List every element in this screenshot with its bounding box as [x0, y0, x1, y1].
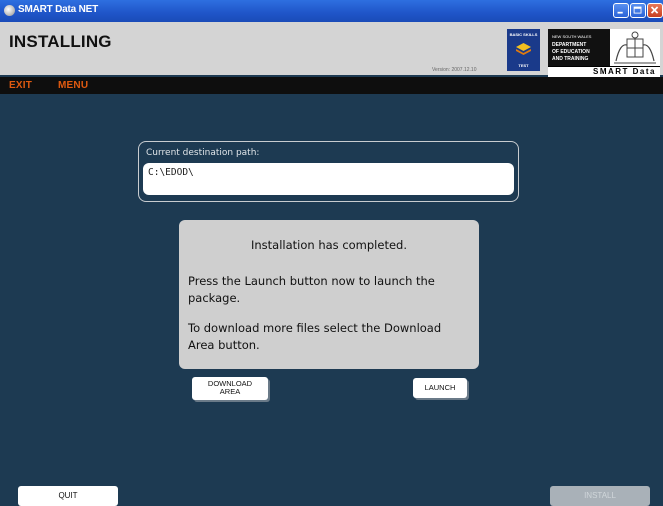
install-button[interactable]: INSTALL	[550, 486, 650, 506]
department-logo: NEW SOUTH WALES DEPARTMENT OF EDUCATION …	[548, 29, 660, 68]
page-title: INSTALLING	[9, 32, 112, 51]
launch-button[interactable]: LAUNCH	[413, 378, 467, 398]
message-line: package.	[188, 291, 241, 305]
quit-button[interactable]: QUIT	[18, 486, 118, 506]
message-line: Area button.	[188, 338, 260, 352]
close-icon	[650, 6, 659, 14]
title-bar[interactable]: SMART Data NET	[0, 0, 663, 22]
brand-label: SMART Data	[548, 66, 660, 77]
version-label: Version: 2007.12.10	[432, 67, 477, 73]
destination-path-label: Current destination path:	[146, 148, 260, 158]
completion-heading: Installation has completed.	[250, 238, 407, 252]
window-title: SMART Data NET	[18, 4, 98, 15]
app-icon	[4, 5, 15, 16]
maximize-button[interactable]	[630, 3, 646, 18]
message-line: To download more files select the Downlo…	[188, 321, 442, 335]
menu-bar: EXIT MENU	[0, 77, 663, 94]
destination-path-group: Current destination path: C:\EDOD\	[138, 141, 519, 202]
message-line: Press the Launch button now to launch th…	[188, 274, 435, 288]
exit-menu-item[interactable]: EXIT	[9, 80, 32, 91]
menu-menu-item[interactable]: MENU	[58, 80, 88, 91]
close-button[interactable]	[647, 3, 663, 18]
app-window: SMART Data NET INSTALLING Version: 2007.…	[0, 0, 663, 506]
book-icon	[516, 43, 531, 55]
minimize-icon	[617, 11, 623, 14]
basic-skills-test-logo: BASIC SKILLS TEST	[507, 29, 540, 71]
coat-of-arms-icon	[614, 31, 656, 64]
download-area-button[interactable]: DOWNLOAD AREA	[192, 377, 268, 400]
minimize-button[interactable]	[613, 3, 629, 18]
completion-message-panel: Installation has completed. Press the La…	[179, 220, 479, 369]
destination-path-field[interactable]: C:\EDOD\	[143, 163, 514, 195]
maximize-icon	[633, 6, 642, 14]
